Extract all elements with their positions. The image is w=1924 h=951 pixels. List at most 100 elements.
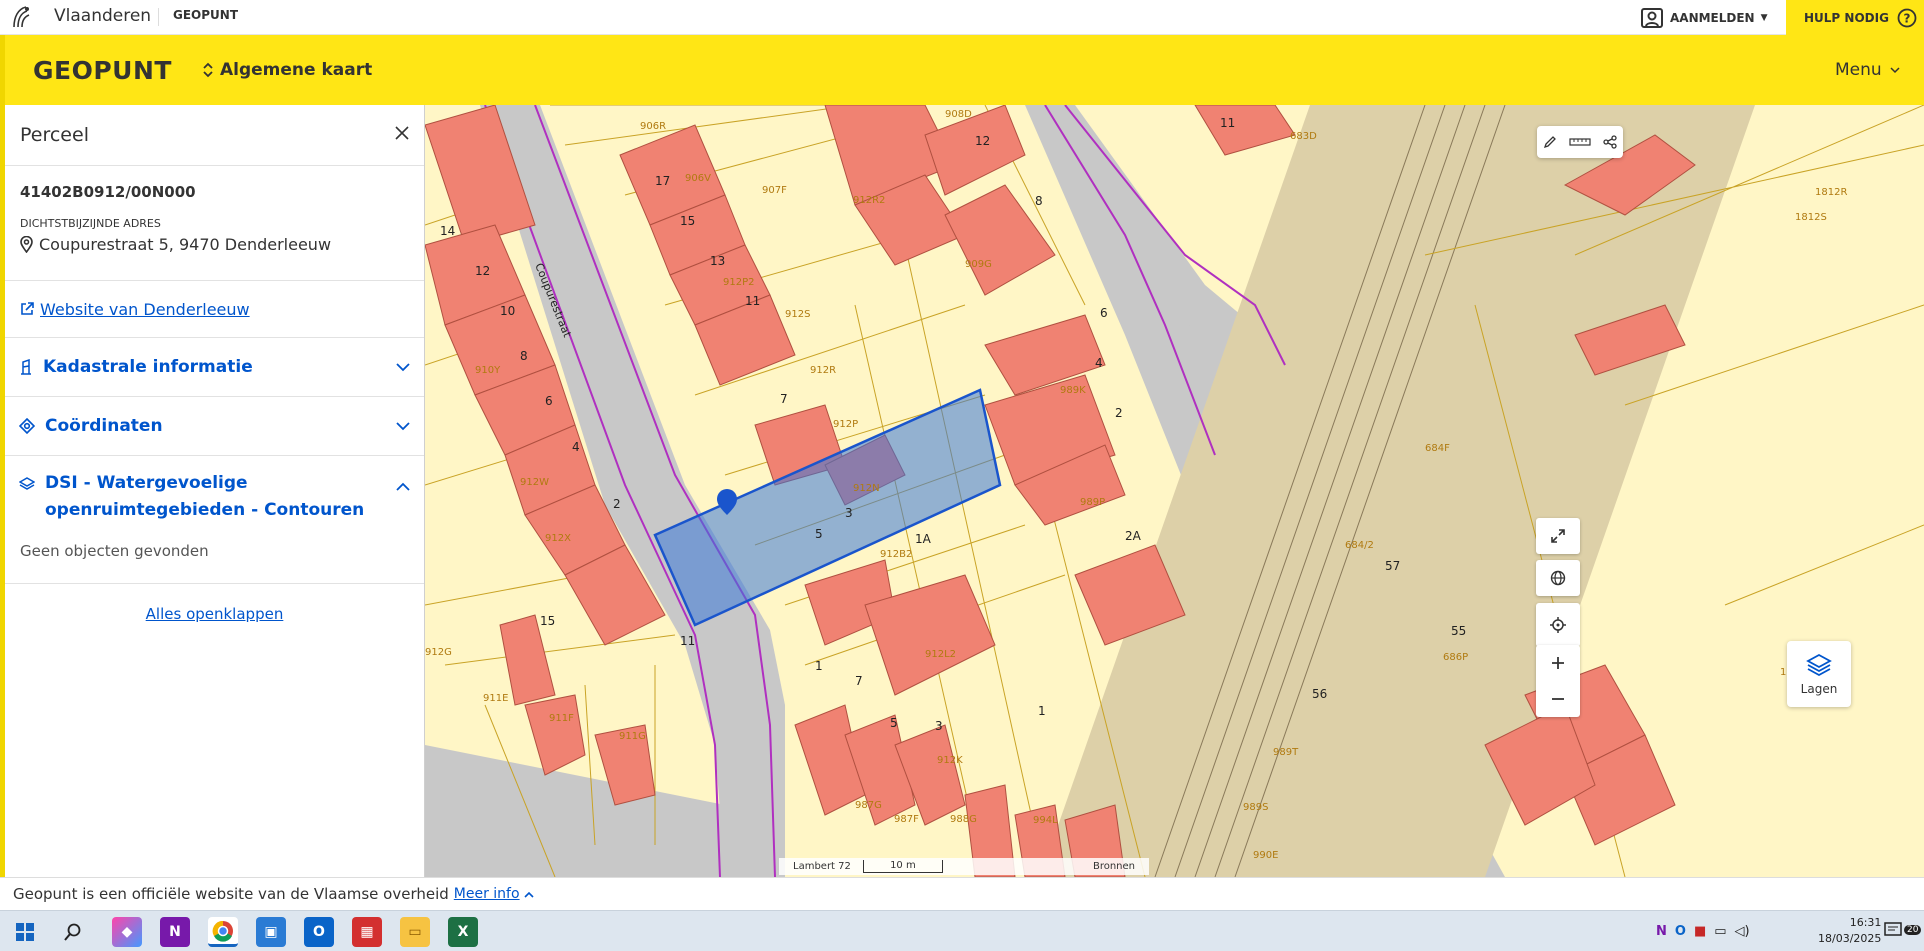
- dsi-label-2: openruimtegebieden - Contouren: [45, 500, 365, 520]
- house-number: 13: [710, 254, 725, 268]
- parcel-code: 912B2: [880, 549, 912, 560]
- house-number: 11: [1220, 116, 1235, 130]
- building-icon: [21, 359, 31, 375]
- expand-all-link[interactable]: Alles openklappen: [146, 605, 284, 623]
- crosshair-icon: [1550, 617, 1566, 633]
- house-number: 10: [500, 304, 515, 318]
- parcel-info: 41402B0912/00N000 DICHTSTBIJZIJNDE ADRES…: [5, 166, 424, 281]
- parcel-code: 686P: [1443, 652, 1468, 663]
- excel-icon[interactable]: X: [448, 917, 478, 947]
- dsi-label-1: DSI - Watergevoelige: [45, 473, 248, 493]
- house-number: 6: [545, 394, 553, 408]
- share-icon[interactable]: [1603, 135, 1617, 149]
- parcel-code: 987G: [855, 800, 882, 811]
- zoom-controls: [1536, 645, 1580, 717]
- map-view[interactable]: Coupurestraat 17 15 13 11 14 12 10 8 6 4 2 7 5 3 1A 12 8…: [425, 105, 1924, 877]
- layers-icon: [19, 477, 35, 490]
- accordion-kadastrale[interactable]: Kadastrale informatie: [5, 338, 424, 397]
- globe-button[interactable]: [1536, 560, 1580, 596]
- house-number: 5: [815, 527, 823, 541]
- windows-start-icon[interactable]: [16, 923, 34, 941]
- sources-link[interactable]: Bronnen: [1093, 861, 1135, 872]
- parcel-code: 989K: [1060, 385, 1086, 396]
- menu-button[interactable]: Menu: [1835, 60, 1900, 80]
- website-row: Website van Denderleeuw: [5, 281, 424, 338]
- parcel-code: 912R2: [853, 195, 885, 206]
- network-icon[interactable]: ▭: [1714, 924, 1726, 939]
- page-title[interactable]: GEOPUNT: [33, 56, 172, 85]
- house-number: 17: [655, 174, 670, 188]
- notification-button[interactable]: 20: [1884, 922, 1922, 938]
- house-number: 2: [1115, 406, 1123, 420]
- taskbar: ◆ N ▣ O ▦ ▭ X N O ■ ▭ ◁) 16:31 18/03/202…: [0, 910, 1924, 951]
- parcel-panel: Perceel 41402B0912/00N000 DICHTSTBIJZIJN…: [0, 105, 425, 877]
- app-tray-icon[interactable]: ■: [1694, 924, 1706, 939]
- accordion-label: Coördinaten: [45, 416, 163, 436]
- parcel-code: 989P: [1080, 497, 1105, 508]
- layers-button[interactable]: Lagen: [1787, 641, 1851, 707]
- clock-date: 18/03/2025: [1818, 932, 1882, 945]
- outlook-icon[interactable]: O: [304, 917, 334, 947]
- flemish-lion-logo-icon[interactable]: [8, 3, 36, 31]
- dsi-header[interactable]: DSI - Watergevoelige openruimtegebieden …: [5, 456, 424, 524]
- speaker-icon[interactable]: ◁): [1735, 924, 1750, 939]
- house-number: 7: [855, 674, 863, 688]
- copilot-icon[interactable]: ◆: [112, 917, 142, 947]
- onenote-icon[interactable]: N: [160, 917, 190, 947]
- help-button[interactable]: HULP NODIG ?: [1786, 0, 1924, 35]
- layers-label: Lagen: [1800, 682, 1838, 696]
- house-number: 57: [1385, 559, 1400, 573]
- file-explorer-icon[interactable]: ▭: [400, 917, 430, 947]
- onenote-tray-icon[interactable]: N: [1656, 924, 1667, 939]
- remote-desktop-icon[interactable]: ▣: [256, 917, 286, 947]
- parcel-code: 912S: [785, 309, 810, 320]
- more-info-link[interactable]: Meer info: [454, 886, 520, 902]
- house-number: 55: [1451, 624, 1466, 638]
- fullscreen-button[interactable]: [1536, 518, 1580, 554]
- chrome-icon[interactable]: [208, 917, 238, 947]
- app-name[interactable]: GEOPUNT: [173, 8, 238, 22]
- website-link[interactable]: Website van Denderleeuw: [40, 300, 250, 319]
- scale-crs: Lambert 72: [793, 861, 851, 872]
- outlook-tray-icon[interactable]: O: [1675, 924, 1686, 939]
- login-button[interactable]: AANMELDEN ▼: [1640, 0, 1768, 35]
- pencil-icon[interactable]: [1543, 135, 1557, 149]
- clock[interactable]: 16:31 18/03/2025: [1818, 915, 1881, 947]
- ruler-icon[interactable]: [1569, 137, 1591, 147]
- external-link-icon: [21, 302, 34, 315]
- address-row: Coupurestraat 5, 9470 Denderleeuw: [20, 235, 424, 254]
- parcel-code: 684/2: [1345, 540, 1374, 551]
- accordion-coordinaten[interactable]: Coördinaten: [5, 397, 424, 456]
- minus-icon: [1552, 698, 1564, 700]
- house-number: 1: [1038, 704, 1046, 718]
- locate-button[interactable]: [1536, 603, 1580, 647]
- address: Coupurestraat 5, 9470 Denderleeuw: [39, 235, 332, 254]
- parcel-code: 912R: [810, 365, 836, 376]
- parcel-code: 989S: [1243, 802, 1268, 813]
- map-selector[interactable]: Algemene kaart: [203, 60, 372, 80]
- zoom-out-button[interactable]: [1551, 681, 1565, 717]
- scale-length: 10 m: [862, 860, 943, 873]
- house-number: 2: [613, 497, 621, 511]
- tray-icons: N O ■ ▭ ◁): [1656, 924, 1750, 939]
- parcel-code: 911F: [549, 713, 574, 724]
- expand-icon: [1551, 529, 1565, 543]
- house-number: 5: [890, 716, 898, 730]
- zoom-in-button[interactable]: [1551, 645, 1565, 681]
- parcel-code: 912G: [425, 647, 452, 658]
- close-icon[interactable]: [394, 125, 410, 141]
- house-number: 2A: [1125, 529, 1142, 543]
- search-icon[interactable]: [64, 923, 82, 941]
- footer: Geopunt is een officiële website van de …: [0, 877, 1924, 910]
- brand-name[interactable]: Vlaanderen: [54, 6, 151, 26]
- dsi-empty-text: Geen objecten gevonden: [20, 542, 209, 560]
- calendar-icon[interactable]: ▦: [352, 917, 382, 947]
- menu-label: Menu: [1835, 60, 1882, 80]
- parcel-code: 1812R: [1815, 187, 1847, 198]
- cadastral-map[interactable]: Coupurestraat 1715131114121086427531A128…: [425, 105, 1924, 877]
- parcel-code: 988G: [950, 814, 977, 825]
- chevron-down-icon: [396, 421, 410, 430]
- parcel-code: 907F: [762, 185, 787, 196]
- login-icon: [1641, 7, 1663, 28]
- target-icon: [19, 418, 35, 434]
